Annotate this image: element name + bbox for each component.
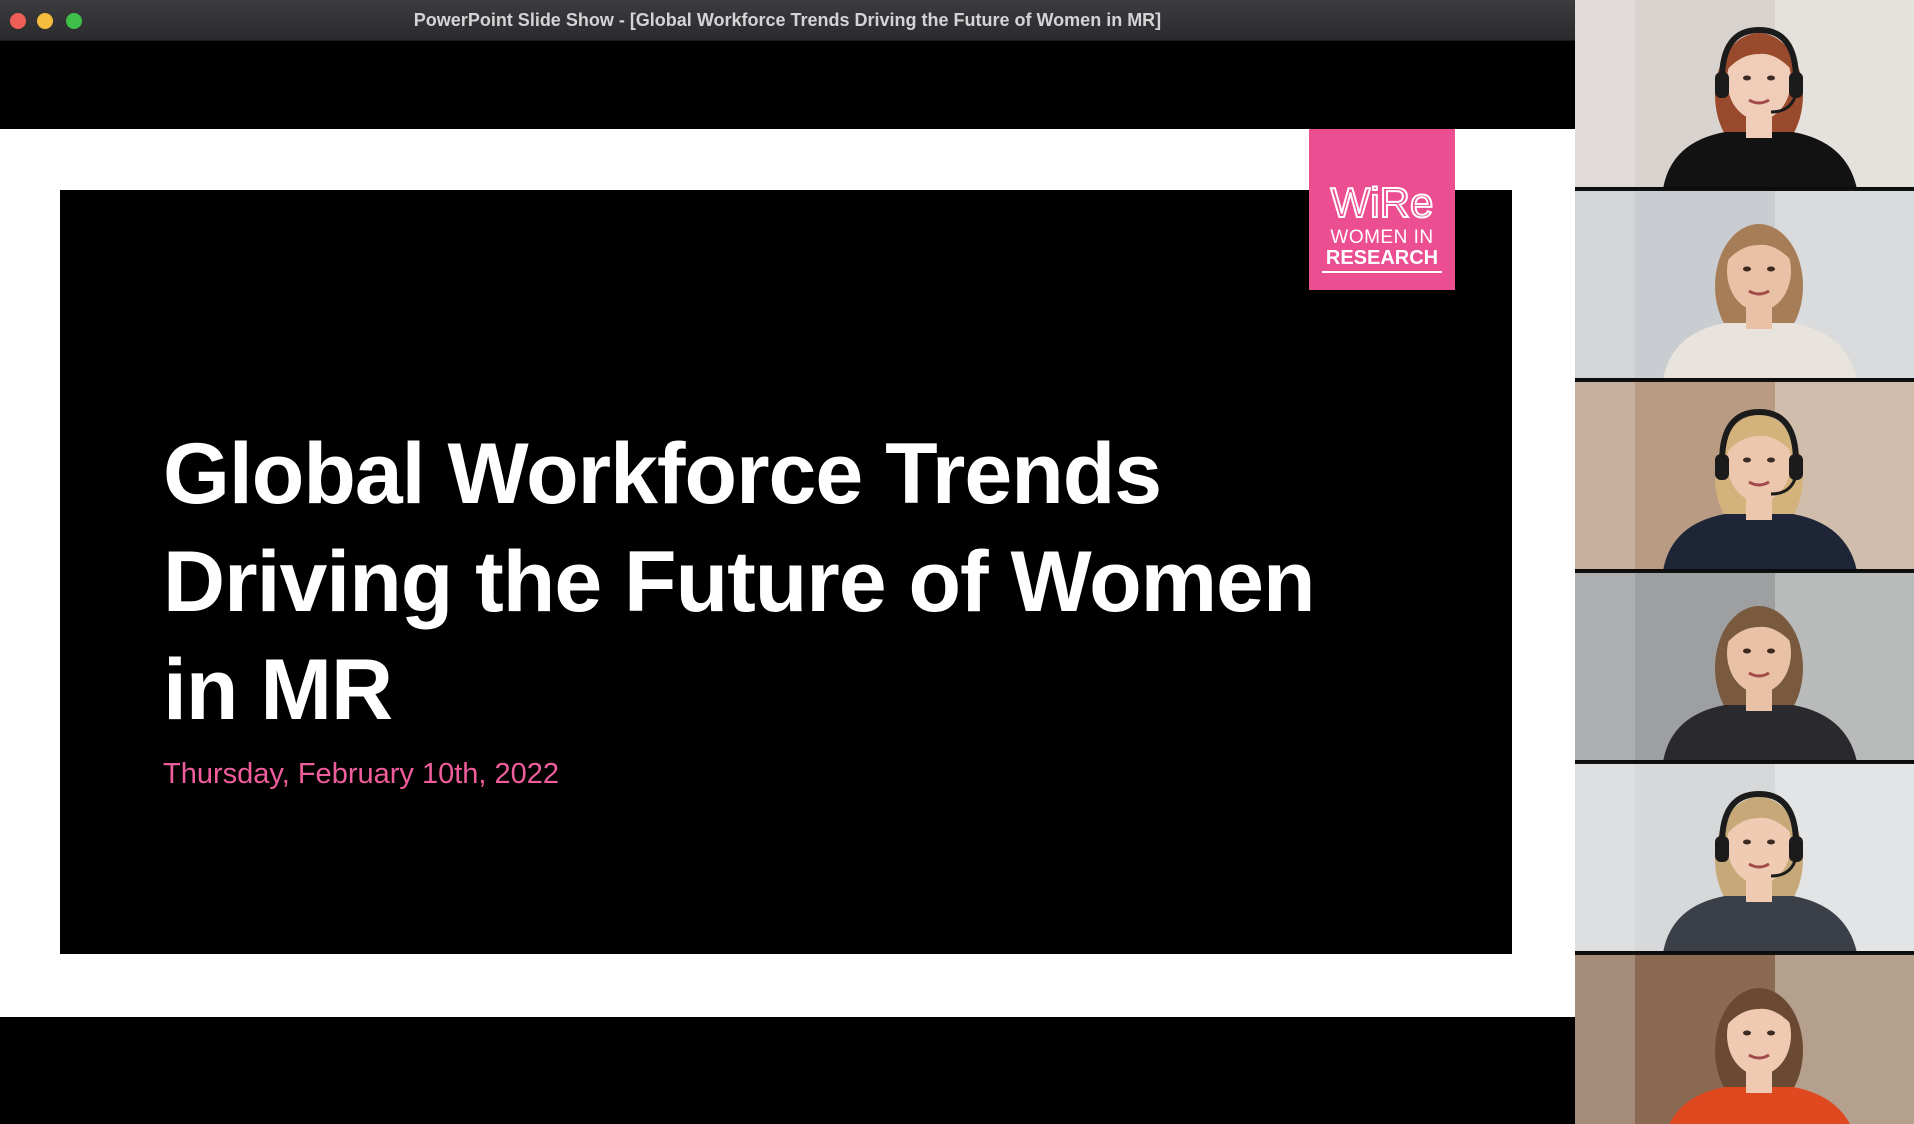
participant-eye [1743,266,1751,272]
participant-video-tile[interactable] [1575,382,1914,571]
video-window-light [1575,0,1635,187]
participant-video-tile[interactable] [1575,0,1914,189]
powerpoint-window: PowerPoint Slide Show - [Global Workforc… [0,0,1575,1104]
video-window-light [1575,191,1635,378]
headset-earcup [1715,72,1729,98]
wire-logo: WiRe WOMEN IN RESEARCH [1309,129,1455,290]
slide-title-line-2: Driving the Future of Women [163,534,1316,630]
participant-video-tile[interactable] [1575,955,1914,1124]
headset-earcup [1715,836,1729,862]
participant-eye [1767,648,1775,654]
participant-gallery [1575,0,1914,1124]
participant-video-tile[interactable] [1575,573,1914,762]
participant-video [1575,764,1914,951]
participant-video [1575,382,1914,569]
video-window-light [1575,955,1635,1124]
participant-eye [1767,457,1775,463]
logo-research: RESEARCH [1325,247,1439,269]
video-window-light [1575,573,1635,760]
participant-eye [1767,1030,1775,1036]
participant-eye [1743,75,1751,81]
window-title: PowerPoint Slide Show - [Global Workforc… [413,10,1162,30]
participant-eye [1767,266,1775,272]
participant-eye [1743,457,1751,463]
participant-video-tile[interactable] [1575,764,1914,953]
participant-video-tile[interactable] [1575,191,1914,380]
window-titlebar[interactable]: PowerPoint Slide Show - [Global Workforc… [0,0,1575,41]
participant-eye [1743,648,1751,654]
wire-logo-mark-text: WiRe [1331,179,1434,226]
video-window-light [1575,764,1635,951]
participant-eye [1743,1030,1751,1036]
slide-title-line-1: Global Workforce Trends [163,426,1162,522]
slide-content-panel: Global Workforce Trends Driving the Futu… [60,190,1512,954]
headset-earcup [1715,454,1729,480]
wire-logo-mark: WiRe [1330,178,1435,227]
participant-video [1575,0,1914,187]
participant-video [1575,573,1914,760]
participant-eye [1767,75,1775,81]
slide-title-line-3: in MR [163,642,393,738]
slide-show-area[interactable]: Global Workforce Trends Driving the Futu… [0,41,1575,1104]
slide[interactable]: Global Workforce Trends Driving the Futu… [0,129,1575,1017]
participant-eye [1767,839,1775,845]
slide-title: Global Workforce Trends Driving the Futu… [163,420,1493,744]
slide-date: Thursday, February 10th, 2022 [163,758,560,790]
participant-video [1575,191,1914,378]
video-window-light [1575,382,1635,569]
participant-eye [1743,839,1751,845]
logo-underline [1322,271,1442,273]
participant-video [1575,955,1914,1124]
logo-women-in: WOMEN IN [1330,227,1434,248]
